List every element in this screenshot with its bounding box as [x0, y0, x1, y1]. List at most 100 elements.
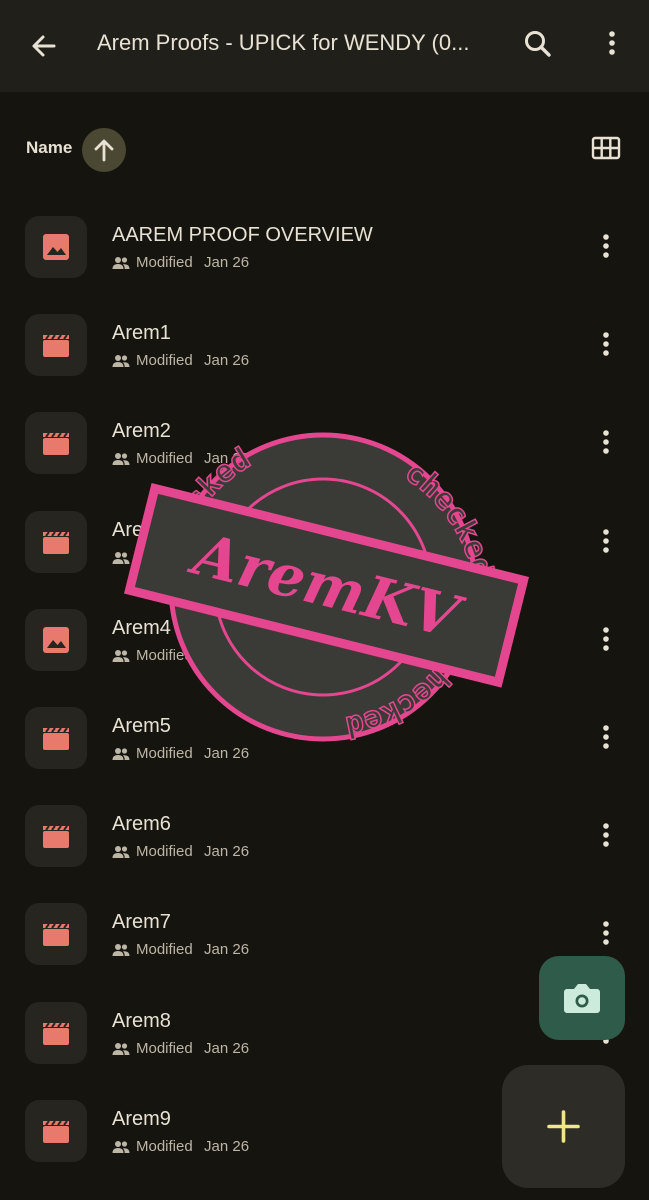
shared-people-icon — [112, 944, 130, 957]
file-thumbnail — [25, 707, 87, 769]
shared-indicator — [112, 746, 130, 766]
file-date: Jan 26 — [204, 843, 250, 861]
video-file-icon — [43, 1120, 69, 1143]
file-status: Modified — [136, 745, 193, 762]
shared-people-icon — [112, 748, 130, 760]
file-name: Arem2 — [112, 420, 171, 443]
file-name: Arem8 — [112, 1009, 171, 1032]
search-icon — [525, 31, 551, 57]
sort-direction-button[interactable] — [82, 128, 126, 172]
shared-people-icon — [112, 453, 130, 466]
file-thumbnail — [25, 412, 87, 475]
folder-title: Arem Proofs - UPICK for WENDY (0... — [97, 30, 470, 55]
file-name: Arem1 — [112, 322, 171, 345]
file-name: Arem7 — [112, 911, 171, 934]
shared-indicator — [112, 648, 130, 668]
file-row[interactable]: Arem3 Modified Jan 26 — [0, 491, 649, 589]
shared-people-icon — [112, 355, 130, 368]
shared-indicator — [112, 942, 130, 962]
file-date: Jan 26 — [204, 1039, 250, 1057]
top-app-bar: Arem Proofs - UPICK for WENDY (0... — [0, 0, 649, 92]
file-date: Jan 26 — [204, 352, 250, 370]
shared-indicator — [112, 1041, 130, 1061]
shared-people-icon — [112, 1042, 130, 1055]
back-button[interactable] — [24, 26, 64, 66]
arrow-back-icon — [32, 35, 56, 57]
image-file-icon — [43, 234, 69, 260]
more-vert-icon — [603, 823, 609, 847]
file-status: Modified — [136, 548, 193, 566]
file-date: Jan 26 — [204, 745, 250, 762]
file-more-button[interactable] — [590, 328, 622, 360]
shared-people-icon — [112, 846, 130, 859]
file-more-button[interactable] — [590, 917, 622, 949]
file-status: Modified — [136, 1137, 193, 1155]
file-thumbnail — [25, 903, 87, 966]
file-more-button[interactable] — [590, 721, 622, 753]
file-thumbnail — [25, 608, 87, 671]
grid-view-button[interactable] — [588, 130, 624, 166]
shared-indicator — [112, 844, 130, 864]
shared-people-icon — [112, 1140, 130, 1153]
file-status: Modified — [136, 646, 193, 664]
file-row[interactable]: Arem2 Modified Jan 26 — [0, 392, 649, 490]
file-thumbnail — [25, 805, 87, 868]
file-status: Modified — [136, 254, 193, 271]
shared-indicator — [112, 255, 130, 275]
file-more-button[interactable] — [590, 230, 622, 262]
file-thumbnail — [25, 510, 87, 573]
file-date: Jan 26 — [204, 254, 250, 271]
file-thumbnail — [25, 314, 87, 377]
shared-people-icon — [112, 257, 130, 269]
more-vert-icon — [603, 332, 609, 356]
video-file-icon — [43, 1021, 69, 1045]
file-name: Arem4 — [112, 616, 171, 639]
shared-people-icon — [112, 649, 130, 662]
file-date: Jan 26 — [204, 941, 250, 959]
file-thumbnail — [25, 1099, 87, 1162]
shared-people-icon — [112, 551, 130, 564]
more-vert-icon — [609, 31, 615, 55]
video-file-icon — [43, 334, 69, 358]
file-more-button[interactable] — [590, 426, 622, 458]
file-name: Arem9 — [112, 1107, 171, 1130]
video-file-icon — [43, 530, 69, 554]
video-file-icon — [43, 825, 69, 849]
file-date: Jan 26 — [204, 548, 250, 566]
file-thumbnail — [25, 216, 87, 278]
file-row[interactable]: Arem1 Modified Jan 26 — [0, 294, 649, 392]
more-vert-icon — [603, 626, 609, 651]
search-button[interactable] — [518, 24, 558, 64]
shared-indicator — [112, 451, 130, 471]
camera-icon — [564, 984, 600, 1013]
more-vert-icon — [603, 234, 609, 258]
sort-by-name-label[interactable]: Name — [26, 138, 72, 158]
file-more-button[interactable] — [590, 623, 622, 655]
file-more-button[interactable] — [590, 819, 622, 851]
file-date: Jan 26 — [204, 646, 250, 664]
file-date: Jan 26 — [204, 450, 250, 468]
more-options-button[interactable] — [592, 24, 632, 64]
more-vert-icon — [603, 528, 609, 553]
file-name: Arem5 — [112, 715, 171, 737]
image-file-icon — [43, 626, 69, 653]
camera-scan-button[interactable] — [539, 956, 625, 1040]
file-status: Modified — [136, 843, 193, 861]
more-vert-icon — [603, 725, 609, 749]
file-name: Arem6 — [112, 813, 171, 836]
file-row[interactable]: Arem4 Modified Jan 26 — [0, 589, 649, 687]
file-more-button[interactable] — [590, 525, 622, 557]
file-status: Modified — [136, 450, 193, 468]
file-row[interactable]: Arem6 Modified Jan 26 — [0, 785, 649, 883]
file-row[interactable]: Arem5 Modified Jan 26 — [0, 687, 649, 785]
more-vert-icon — [603, 430, 609, 455]
new-item-button[interactable] — [502, 1065, 625, 1188]
grid-view-icon — [591, 136, 621, 160]
arrow-upward-icon — [94, 139, 114, 162]
file-name: AAREM PROOF OVERVIEW — [112, 224, 373, 246]
file-status: Modified — [136, 352, 193, 370]
video-file-icon — [43, 432, 69, 456]
more-vert-icon — [603, 921, 609, 946]
file-row[interactable]: AAREM PROOF OVERVIEW Modified Jan 26 — [0, 196, 649, 294]
shared-indicator — [112, 550, 130, 570]
